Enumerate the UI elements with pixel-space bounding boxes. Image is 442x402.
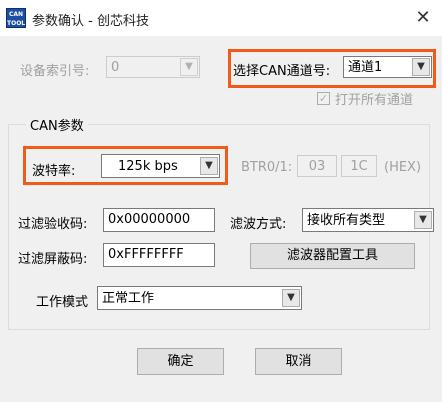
title-bar: CAN TOOL 参数确认 - 创芯科技 ✕ — [0, 0, 442, 36]
work-mode-value: 正常工作 — [102, 291, 155, 306]
close-icon[interactable]: ✕ — [410, 5, 436, 31]
cancel-button[interactable]: 取消 — [255, 348, 342, 375]
can-params-title: CAN参数 — [26, 115, 88, 134]
btr1-input[interactable]: 1C — [341, 155, 377, 177]
work-mode-select[interactable]: 正常工作 ▼ — [97, 286, 302, 310]
mask-input[interactable]: 0xFFFFFFFF — [103, 243, 215, 267]
mask-label: 过滤屏蔽码: — [18, 252, 88, 267]
chevron-down-icon: ▼ — [414, 211, 432, 229]
filter-mode-select[interactable]: 接收所有类型 ▼ — [302, 208, 434, 232]
hex-label: (HEX) — [384, 160, 422, 175]
ok-button[interactable]: 确定 — [137, 348, 224, 375]
chevron-down-icon: ▼ — [282, 289, 300, 307]
open-all-checkbox[interactable]: ✓ — [317, 92, 330, 105]
channel-highlight — [228, 49, 436, 88]
acc-code-input[interactable]: 0x00000000 — [103, 208, 215, 232]
baud-highlight — [23, 146, 228, 185]
device-index-select[interactable]: 0 ▼ — [106, 56, 200, 78]
filter-mode-label: 滤波方式: — [230, 217, 287, 232]
filter-mode-value: 接收所有类型 — [307, 213, 386, 228]
app-icon: CAN TOOL — [6, 8, 26, 28]
btr-label: BTR0/1: — [241, 160, 293, 175]
open-all-label: 打开所有通道 — [335, 93, 414, 108]
device-index-label: 设备索引号: — [20, 64, 90, 79]
window-title: 参数确认 - 创芯科技 — [32, 14, 149, 29]
filter-tool-button[interactable]: 滤波器配置工具 — [250, 243, 415, 269]
work-mode-label: 工作模式 — [36, 295, 89, 310]
device-index-value: 0 — [111, 60, 120, 75]
btr0-input[interactable]: 03 — [297, 155, 337, 177]
acc-code-label: 过滤验收码: — [18, 217, 88, 232]
chevron-down-icon: ▼ — [180, 58, 198, 76]
